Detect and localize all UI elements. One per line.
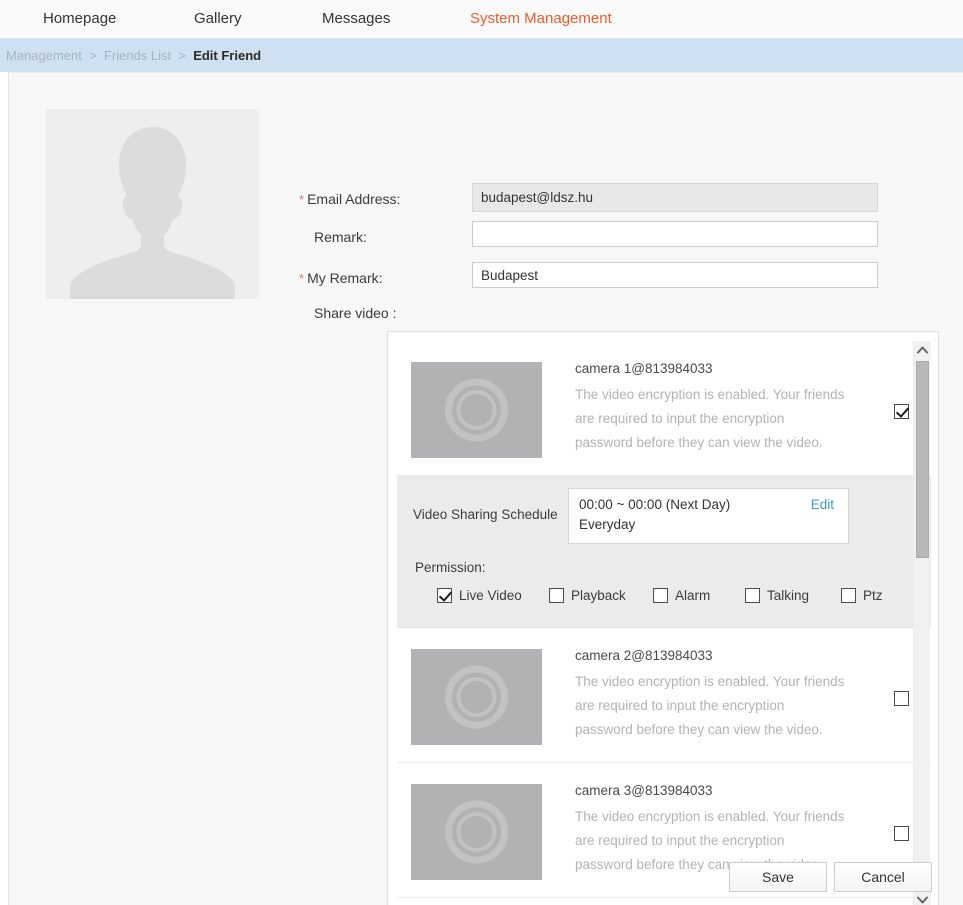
scrollbar-thumb[interactable] (916, 361, 929, 558)
camera-share-checkbox[interactable] (894, 403, 909, 420)
schedule-days: Everyday (579, 517, 636, 532)
camera-list-item[interactable]: camera 1@813984033 The video encryption … (397, 341, 931, 476)
camera-title: camera 2@813984033 (575, 648, 713, 663)
email-field[interactable] (472, 183, 878, 212)
camera-list-item[interactable]: camera 2@813984033 The video encryption … (397, 628, 931, 763)
my-remark-label: * My Remark: (299, 270, 383, 286)
remark-label-text: Remark: (314, 229, 367, 245)
scroll-up-button[interactable] (914, 341, 931, 358)
camera-share-checkbox[interactable] (894, 690, 909, 707)
checkbox-box[interactable] (894, 404, 909, 420)
permission-label: Permission: (415, 560, 486, 575)
checkbox-box[interactable] (549, 588, 564, 603)
breadcrumb: Management > Friends List > Edit Friend (6, 48, 261, 63)
permission-label-text: Talking (767, 588, 810, 603)
checkbox-box[interactable] (894, 691, 909, 707)
person-silhouette-icon (46, 109, 259, 299)
my-remark-field[interactable] (472, 262, 878, 288)
video-placeholder-icon (411, 649, 542, 745)
remark-label: Remark: (314, 229, 367, 245)
nav-item-system-management[interactable]: System Management (470, 10, 612, 27)
camera-title: camera 1@813984033 (575, 361, 713, 376)
camera-thumbnail (411, 649, 542, 745)
required-asterisk-my-remark: * (299, 271, 305, 286)
schedule-time: 00:00 ~ 00:00 (Next Day) (579, 497, 731, 512)
permission-label-text: Alarm (675, 588, 711, 603)
permission-ptz[interactable]: Ptz (841, 588, 883, 603)
camera-list-scrollbar[interactable] (913, 341, 931, 905)
permission-options: Live Video Playback Alarm Talking Ptz (437, 588, 907, 608)
remark-field[interactable] (472, 221, 878, 247)
permission-label-text: Live Video (459, 588, 522, 603)
checkbox-box[interactable] (653, 588, 668, 603)
save-button[interactable]: Save (729, 862, 827, 892)
camera-detail-panel: Video Sharing Schedule 00:00 ~ 00:00 (Ne… (397, 476, 931, 628)
nav-item-homepage[interactable]: Homepage (43, 10, 116, 27)
breadcrumb-separator-2: > (171, 48, 194, 63)
permission-label-text: Playback (571, 588, 626, 603)
email-label-text: Email Address: (307, 191, 401, 207)
email-label: * Email Address: (299, 191, 400, 207)
share-video-label: Share video : (314, 305, 397, 321)
camera-thumbnail (411, 784, 542, 880)
checkbox-box[interactable] (894, 826, 909, 842)
permission-playback[interactable]: Playback (549, 588, 626, 603)
camera-share-checkbox[interactable] (894, 825, 909, 842)
schedule-edit-link[interactable]: Edit (811, 497, 834, 512)
avatar (46, 109, 259, 299)
camera-title: camera 3@813984033 (575, 783, 713, 798)
breadcrumb-friends-list[interactable]: Friends List (104, 48, 171, 63)
video-placeholder-icon (411, 784, 542, 880)
nav-item-messages[interactable]: Messages (322, 10, 390, 27)
breadcrumb-management[interactable]: Management (6, 48, 82, 63)
content-panel: *Email Address: Remark: *My Remark: Shar… (8, 72, 963, 905)
required-asterisk-email: * (299, 192, 305, 207)
content-panel-inner: *Email Address: Remark: *My Remark: Shar… (9, 73, 963, 905)
checkbox-box[interactable] (437, 588, 452, 603)
permission-alarm[interactable]: Alarm (653, 588, 710, 603)
checkbox-box[interactable] (841, 588, 856, 603)
camera-description: The video encryption is enabled. Your fr… (575, 387, 845, 450)
cancel-button[interactable]: Cancel (834, 862, 932, 892)
video-sharing-schedule-box[interactable]: 00:00 ~ 00:00 (Next Day) Everyday Edit (568, 488, 849, 544)
breadcrumb-current: Edit Friend (193, 48, 262, 63)
nav-item-gallery[interactable]: Gallery (194, 10, 242, 27)
permission-live-video[interactable]: Live Video (437, 588, 522, 603)
edit-friend-page: Homepage Gallery Messages System Managem… (0, 0, 963, 905)
camera-description: The video encryption is enabled. Your fr… (575, 674, 845, 737)
breadcrumb-separator-1: > (81, 48, 104, 63)
permission-talking[interactable]: Talking (745, 588, 809, 603)
scroll-down-button[interactable] (914, 891, 931, 905)
my-remark-label-text: My Remark: (307, 270, 383, 286)
camera-thumbnail (411, 362, 542, 458)
chevron-down-icon (917, 896, 928, 903)
camera-list[interactable]: camera 1@813984033 The video encryption … (397, 341, 931, 905)
permission-label-text: Ptz (863, 588, 883, 603)
top-navigation-bar: Homepage Gallery Messages System Managem… (0, 0, 963, 39)
share-video-panel: camera 1@813984033 The video encryption … (387, 331, 939, 905)
checkbox-box[interactable] (745, 588, 760, 603)
video-placeholder-icon (411, 362, 542, 458)
video-sharing-schedule-label: Video Sharing Schedule (413, 507, 558, 522)
chevron-up-icon (917, 346, 928, 353)
